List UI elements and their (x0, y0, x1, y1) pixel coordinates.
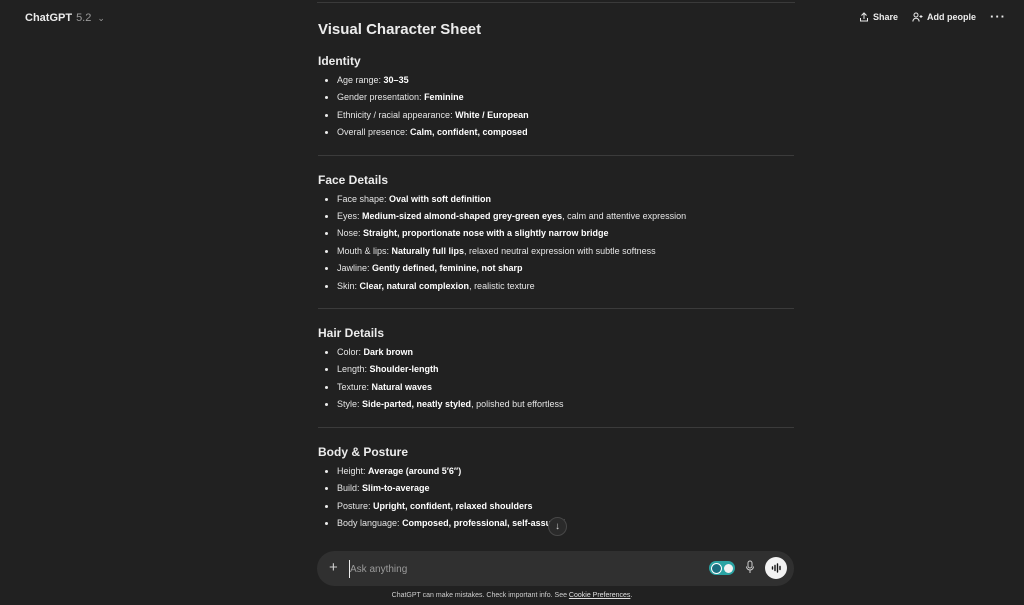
item-label: Ethnicity / racial appearance: (337, 109, 456, 120)
list-item: Posture: Upright, confident, relaxed sho… (337, 498, 794, 515)
item-label: Texture: (337, 381, 372, 392)
document-title: Visual Character Sheet (318, 21, 482, 38)
model-name: ChatGPT (25, 12, 73, 24)
section-heading: Face Details (318, 172, 389, 187)
item-value: Composed, professional, self-assured (402, 517, 566, 528)
item-label: Style: (337, 399, 363, 410)
item-label: Body language: (337, 517, 403, 528)
model-version: 5.2 (76, 12, 92, 24)
item-value: 30–35 (383, 75, 409, 85)
item-value: Slim-to-average (362, 483, 430, 494)
list-item: Gender presentation: Feminine (337, 89, 794, 106)
header-actions: Share Add people ··· (859, 10, 1006, 23)
add-people-label: Add people (927, 12, 976, 22)
add-people-button[interactable]: Add people (912, 12, 976, 22)
list-item: Face shape: Oval with soft definition (337, 191, 794, 208)
item-note: , calm and attentive expression (562, 211, 687, 222)
share-label: Share (872, 12, 898, 22)
section-divider (318, 426, 794, 428)
section-heading: Hair Details (318, 326, 385, 341)
list-item: Style: Side-parted, neatly styled, polis… (337, 396, 794, 413)
item-value: Oval with soft definition (389, 193, 492, 204)
list-item: Eyes: Medium-sized almond-shaped grey-gr… (337, 208, 794, 225)
bullet-list: Color: Dark brownLength: Shoulder-length… (318, 344, 794, 414)
extension-icon-secondary (724, 563, 733, 573)
item-value: Natural waves (371, 381, 433, 392)
list-item: Height: Average (around 5′6″) (337, 463, 794, 480)
section-divider (318, 154, 794, 156)
prompt-input[interactable] (349, 560, 652, 578)
list-item: Length: Shoulder-length (337, 361, 794, 378)
item-value: Average (around 5′6″) (368, 465, 462, 476)
attach-plus-button[interactable]: + (329, 558, 338, 578)
item-value: Naturally full lips (391, 245, 465, 256)
item-label: Posture: (337, 500, 374, 511)
assistant-message: Visual Character Sheet Identity Age range… (318, 18, 794, 532)
item-label: Nose: (337, 228, 364, 239)
section-heading: Body & Posture (318, 444, 409, 459)
document-sections: IdentityAge range: 30–35Gender presentat… (318, 51, 794, 532)
item-value: Dark brown (363, 347, 414, 358)
share-button[interactable]: Share (859, 12, 898, 22)
microphone-icon[interactable] (745, 560, 755, 574)
list-item: Build: Slim-to-average (337, 480, 794, 497)
arrow-down-icon: ↓ (555, 521, 560, 532)
item-value: Feminine (424, 92, 464, 103)
item-label: Mouth & lips: (337, 245, 392, 256)
item-value: Gently defined, feminine, not sharp (372, 263, 523, 274)
list-item: Mouth & lips: Naturally full lips, relax… (337, 243, 794, 260)
item-value: Medium-sized almond-shaped grey-green ey… (362, 211, 563, 222)
item-value: Upright, confident, relaxed shoulders (373, 500, 533, 511)
item-note: , realistic texture (469, 280, 535, 291)
list-item: Skin: Clear, natural complexion, realist… (337, 278, 794, 295)
item-value: Calm, confident, composed (410, 127, 528, 138)
disclaimer-text: ChatGPT can make mistakes. Check importa… (391, 592, 569, 599)
item-label: Gender presentation: (337, 92, 425, 103)
item-label: Overall presence: (337, 127, 411, 138)
list-item: Color: Dark brown (337, 344, 794, 361)
item-note: , polished but effortless (471, 399, 564, 410)
share-icon (859, 12, 868, 22)
scroll-down-button[interactable]: ↓ (548, 517, 567, 536)
disclaimer-end: . (630, 592, 633, 599)
waveform-icon (771, 563, 781, 573)
extension-badge[interactable] (709, 561, 735, 575)
composer: + (317, 551, 794, 586)
item-value: Straight, proportionate nose with a slig… (363, 228, 609, 239)
list-item: Overall presence: Calm, confident, compo… (337, 124, 794, 141)
list-item: Nose: Straight, proportionate nose with … (337, 225, 794, 242)
item-label: Jawline: (337, 263, 373, 274)
list-item: Age range: 30–35 (337, 72, 794, 89)
model-selector[interactable]: ChatGPT 5.2 ⌄ (25, 12, 105, 24)
item-label: Length: (337, 364, 370, 375)
voice-mode-button[interactable] (765, 557, 787, 579)
list-item: Ethnicity / racial appearance: White / E… (337, 107, 794, 124)
list-item: Jawline: Gently defined, feminine, not s… (337, 260, 794, 277)
item-label: Skin: (337, 280, 360, 291)
list-item: Texture: Natural waves (337, 379, 794, 396)
section-heading: Identity (318, 54, 361, 68)
item-value: Shoulder-length (369, 364, 439, 375)
item-label: Eyes: (337, 211, 363, 222)
item-label: Build: (337, 483, 363, 494)
disclaimer: ChatGPT can make mistakes. Check importa… (0, 592, 1024, 599)
extension-icon (711, 562, 722, 574)
item-value: Clear, natural complexion (359, 280, 470, 291)
section-divider (318, 308, 794, 310)
bullet-list: Face shape: Oval with soft definitionEye… (318, 191, 794, 295)
item-value: Side-parted, neatly styled (362, 399, 472, 410)
cookie-preferences-link[interactable]: Cookie Preferences (569, 592, 630, 599)
chevron-down-icon: ⌄ (97, 12, 105, 23)
bullet-list: Age range: 30–35Gender presentation: Fem… (318, 72, 794, 142)
item-label: Height: (337, 465, 369, 476)
item-label: Age range: (337, 75, 384, 85)
more-options-button[interactable]: ··· (990, 10, 1006, 23)
item-label: Color: (337, 347, 364, 358)
item-label: Face shape: (337, 193, 390, 204)
item-value: White / European (455, 109, 529, 120)
item-note: , relaxed neutral expression with subtle… (464, 245, 656, 256)
add-person-icon (912, 12, 923, 22)
